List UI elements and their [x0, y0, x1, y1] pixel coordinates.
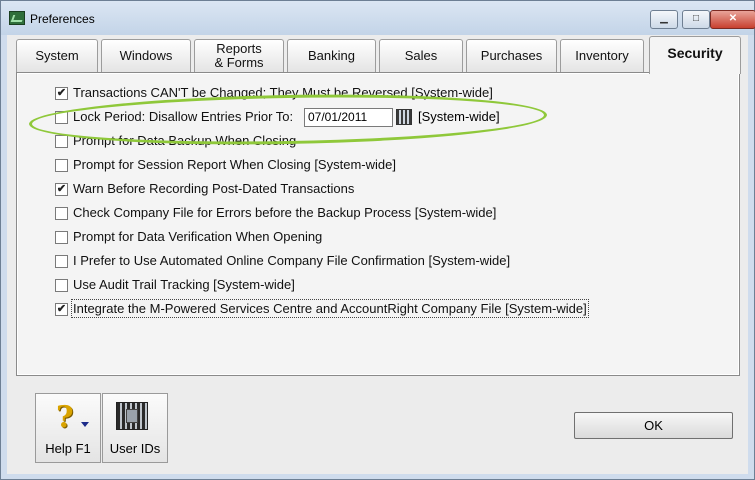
tab-security[interactable]: Security: [649, 36, 741, 74]
option-row[interactable]: Lock Period: Disallow Entries Prior To: …: [55, 108, 555, 128]
security-panel: ✔ Transactions CAN'T be Changed; They Mu…: [16, 72, 740, 376]
checkbox-backup-closing[interactable]: [55, 135, 68, 148]
tab-sales[interactable]: Sales: [379, 39, 463, 73]
user-ids-button-label: User IDs: [109, 441, 161, 456]
checkbox-lock-period[interactable]: [55, 111, 68, 124]
tab-purchases[interactable]: Purchases: [466, 39, 557, 73]
checkbox-transactions-reversed[interactable]: ✔: [55, 87, 68, 100]
title-bar[interactable]: Preferences ▁ □ ✕: [1, 1, 755, 35]
maximize-button[interactable]: □: [682, 10, 710, 29]
tab-inventory[interactable]: Inventory: [560, 39, 644, 73]
option-suffix: [System-wide]: [418, 109, 500, 124]
checkbox-post-dated-warning[interactable]: ✔: [55, 183, 68, 196]
option-label: Check Company File for Errors before the…: [73, 205, 497, 220]
option-label: Lock Period: Disallow Entries Prior To:: [73, 109, 294, 124]
checkbox-check-errors[interactable]: [55, 207, 68, 220]
option-label: Warn Before Recording Post-Dated Transac…: [73, 181, 355, 196]
help-question-icon: ?: [56, 400, 74, 435]
option-label: I Prefer to Use Automated Online Company…: [73, 253, 511, 268]
checkbox-audit-trail[interactable]: [55, 279, 68, 292]
app-chart-icon: [9, 11, 25, 25]
option-label: Prompt for Session Report When Closing […: [73, 157, 396, 172]
dropdown-arrow-icon: [81, 422, 89, 427]
ok-button[interactable]: OK: [574, 412, 733, 439]
tab-reports-forms[interactable]: Reports & Forms: [194, 39, 284, 73]
option-label: Use Audit Trail Tracking [System-wide]: [73, 277, 295, 292]
dialog-body: System Windows Reports & Forms Banking Sa…: [7, 35, 748, 474]
checkbox-session-report[interactable]: [55, 159, 68, 172]
help-button-label: Help F1: [45, 441, 91, 456]
help-button[interactable]: ? Help F1: [35, 393, 101, 463]
tab-reports-line1: Reports: [216, 41, 262, 56]
calendar-icon[interactable]: [396, 109, 412, 125]
option-label: Integrate the M-Powered Services Centre …: [71, 299, 589, 318]
option-label: Transactions CAN'T be Changed; They Must…: [73, 85, 493, 100]
window-title: Preferences: [30, 12, 95, 26]
checkbox-data-verification[interactable]: [55, 231, 68, 244]
tab-reports-line2: & Forms: [214, 55, 264, 70]
checkbox-online-confirmation[interactable]: [55, 255, 68, 268]
user-ids-button[interactable]: User IDs: [102, 393, 168, 463]
option-label: Prompt for Data Verification When Openin…: [73, 229, 323, 244]
user-ids-icon: [116, 402, 148, 430]
option-label: Prompt for Data Backup When Closing: [73, 133, 297, 148]
close-button[interactable]: ✕: [710, 10, 755, 29]
minimize-button[interactable]: ▁: [650, 10, 678, 29]
lock-period-date-input[interactable]: 07/01/2011: [304, 108, 393, 127]
tab-banking[interactable]: Banking: [287, 39, 376, 73]
preferences-window: Preferences ▁ □ ✕ System Windows Reports…: [0, 0, 755, 480]
checkbox-m-powered[interactable]: ✔: [55, 303, 68, 316]
tab-windows[interactable]: Windows: [101, 39, 191, 73]
tab-system[interactable]: System: [16, 39, 98, 73]
